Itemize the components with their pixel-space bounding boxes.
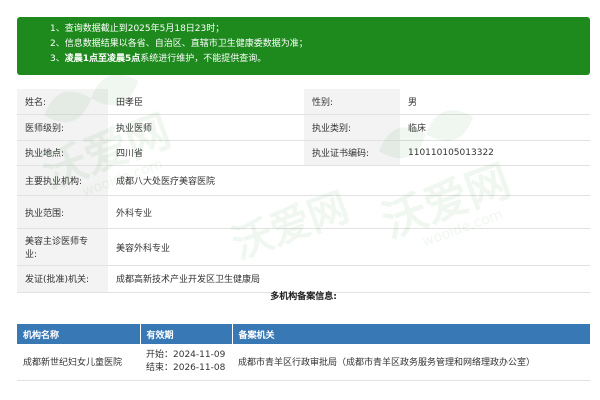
gender-value: 男: [400, 89, 590, 116]
record-authority: 成都市青羊区行政审批局（成都市青羊区政务服务管理和网络理政办公室）: [232, 344, 590, 381]
records-header-row: 机构名称 有效期 备案机关: [17, 324, 590, 344]
category-value: 临床: [400, 114, 590, 141]
notice-box: 1、查询数据截止到2025年5月18日23时； 2、信息数据结果以各省、自治区、…: [17, 17, 590, 75]
notice-line-1: 1、查询数据截止到2025年5月18日23时；: [50, 24, 225, 34]
cosmetic-label: 美容主诊医师专业:: [17, 228, 108, 266]
header-validity: 有效期: [140, 324, 233, 344]
record-start: 开始：2024-11-09: [146, 349, 226, 360]
notice-line-3-suffix: 系统进行维护，不能提供查询。: [140, 54, 267, 64]
gender-label: 性别:: [304, 89, 400, 116]
notice-line-3: 3、凌晨1点至凌晨5点系统进行维护，不能提供查询。: [50, 52, 590, 67]
info-row: 美容主诊医师专业: 美容外科专业: [17, 228, 590, 266]
category-label: 执业类别:: [304, 114, 400, 141]
record-validity: 开始：2024-11-09 结束：2026-11-08: [140, 344, 232, 381]
place-value: 四川省: [108, 140, 304, 167]
table-row: 成都新世纪妇女儿童医院 开始：2024-11-09 结束：2026-11-08 …: [17, 344, 590, 381]
header-org: 机构名称: [17, 324, 141, 344]
doctor-info-table: 姓名: 田孝臣 性别: 男 医师级别: 执业医师 执业类别: 临床 执业地点: …: [17, 89, 590, 293]
scope-value: 外科专业: [108, 195, 590, 230]
institution-label: 主要执业机构:: [17, 165, 108, 196]
level-value: 执业医师: [108, 114, 304, 141]
records-table: 机构名称 有效期 备案机关 成都新世纪妇女儿童医院 开始：2024-11-09 …: [17, 324, 590, 381]
name-value: 田孝臣: [108, 89, 304, 116]
name-label: 姓名:: [17, 89, 108, 116]
notice-line-3-prefix: 3、: [50, 54, 65, 64]
record-org: 成都新世纪妇女儿童医院: [17, 344, 140, 381]
cosmetic-value: 美容外科专业: [108, 228, 590, 266]
info-row: 医师级别: 执业医师 执业类别: 临床: [17, 114, 590, 141]
info-row: 执业范围: 外科专业: [17, 195, 590, 230]
cert-value: 110110105013322: [400, 140, 590, 167]
notice-line-3-bold: 凌晨1点至凌晨5点: [64, 54, 141, 64]
scope-label: 执业范围:: [17, 195, 108, 230]
info-row: 姓名: 田孝臣 性别: 男: [17, 89, 590, 116]
info-row: 执业地点: 四川省 执业证书编码: 110110105013322: [17, 140, 590, 167]
place-label: 执业地点:: [17, 140, 108, 167]
info-row: 主要执业机构: 成都八大处医疗美容医院: [17, 165, 590, 196]
header-authority: 备案机关: [232, 324, 590, 344]
notice-line-2: 2、信息数据结果以各省、自治区、直辖市卫生健康委数据为准；: [50, 39, 308, 49]
cert-label: 执业证书编码:: [304, 140, 400, 167]
record-end: 结束：2026-11-08: [146, 362, 226, 373]
level-label: 医师级别:: [17, 114, 108, 141]
institution-value: 成都八大处医疗美容医院: [108, 165, 590, 196]
multi-institution-title: 多机构备案信息:: [270, 292, 337, 302]
